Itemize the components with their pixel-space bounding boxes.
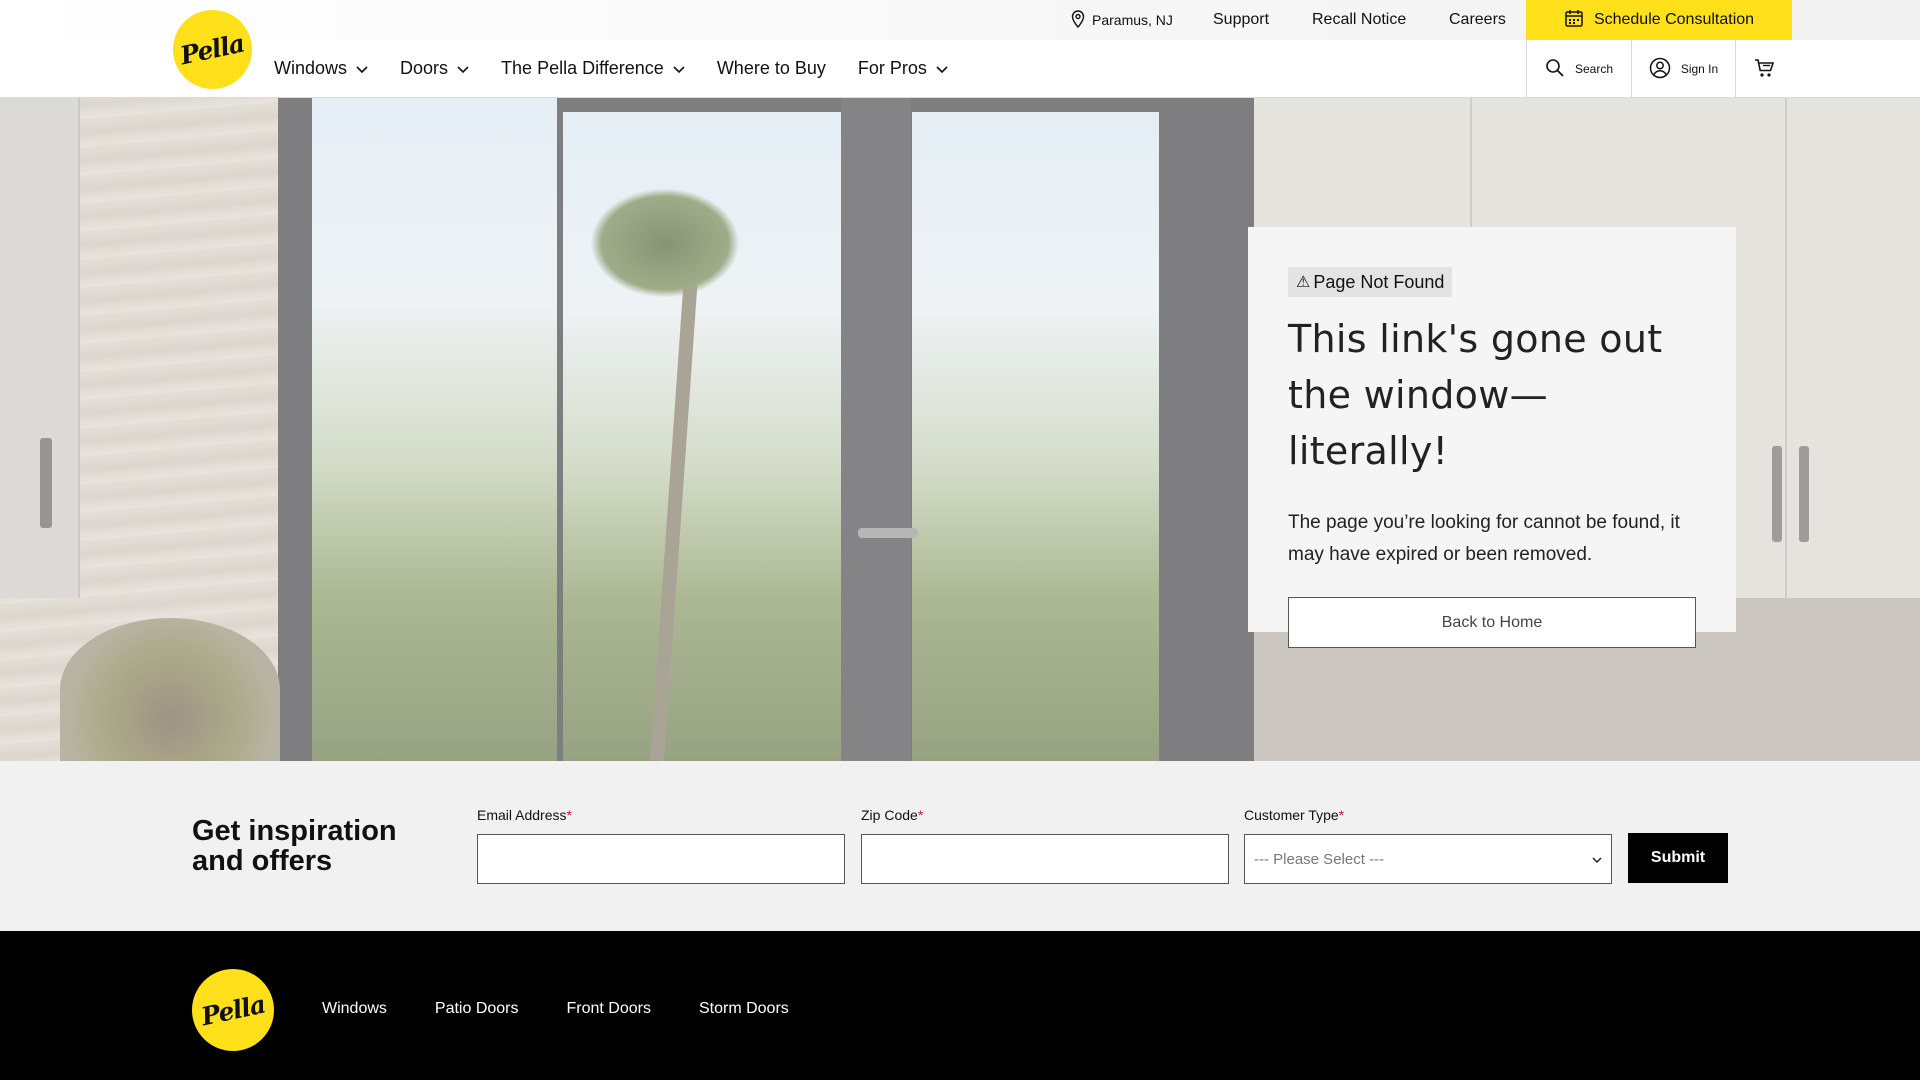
back-to-home-button[interactable]: Back to Home <box>1288 597 1696 648</box>
customer-type-label: Customer Type* <box>1244 807 1345 823</box>
nav-pella-difference[interactable]: The Pella Difference <box>501 58 685 79</box>
chevron-down-icon <box>356 58 368 79</box>
email-field[interactable] <box>477 834 845 884</box>
footer-link-front-doors[interactable]: Front Doors <box>567 1000 651 1018</box>
schedule-consultation-button[interactable]: Schedule Consultation <box>1526 0 1792 40</box>
nav-for-pros[interactable]: For Pros <box>858 58 948 79</box>
nav-doors[interactable]: Doors <box>400 58 469 79</box>
zip-label: Zip Code* <box>861 807 924 823</box>
search-icon <box>1545 58 1575 81</box>
email-label: Email Address* <box>477 807 572 823</box>
chevron-down-icon <box>936 58 948 79</box>
status-badge: ⚠ Page Not Found <box>1288 267 1453 297</box>
warning-icon: ⚠ <box>1296 274 1311 291</box>
nav-where-to-buy-label: Where to Buy <box>716 58 826 78</box>
customer-type-select[interactable]: --- Please Select --- <box>1244 834 1612 884</box>
cart-button[interactable] <box>1735 40 1792 98</box>
location-pin-icon <box>1070 9 1092 31</box>
nav-windows-label: Windows <box>274 58 348 78</box>
sign-in-label: Sign In <box>1680 62 1719 76</box>
error-message: The page you’re looking for cannot be fo… <box>1288 512 1680 565</box>
customer-type-field-group: Customer Type* --- Please Select --- <box>1244 807 1612 884</box>
footer-link-storm-doors[interactable]: Storm Doors <box>699 1000 789 1018</box>
zip-code-field[interactable] <box>861 834 1229 884</box>
footer-pella-logo[interactable]: Pella <box>192 969 274 1051</box>
recall-notice-link[interactable]: Recall Notice <box>1312 0 1406 40</box>
nav-for-pros-label: For Pros <box>857 58 927 78</box>
site-footer: Pella Windows Patio Doors Front Doors St… <box>0 931 1920 1080</box>
location-link[interactable]: Paramus, NJ <box>1070 0 1173 40</box>
footer-logo-text: Pella <box>198 989 268 1031</box>
careers-link[interactable]: Careers <box>1449 0 1506 40</box>
chevron-down-icon <box>457 58 469 79</box>
nav-pella-difference-label: The Pella Difference <box>501 58 664 78</box>
zip-field-group: Zip Code* <box>861 807 1229 884</box>
page-title: This link's gone out the window—literall… <box>1288 317 1663 473</box>
site-header: Pella Paramus, NJ Support Recall Notice … <box>0 0 1920 98</box>
main-nav: Windows Doors The Pella Difference Where… <box>274 40 980 97</box>
newsletter-signup: Get inspiration and offers Email Address… <box>0 761 1920 931</box>
chevron-down-icon <box>673 58 685 79</box>
customer-type-placeholder: --- Please Select --- <box>1254 850 1385 868</box>
required-marker: * <box>1338 807 1345 823</box>
chevron-down-icon <box>1592 851 1602 868</box>
nav-doors-label: Doors <box>400 58 449 78</box>
location-text: Paramus, NJ <box>1092 12 1173 28</box>
pella-logo[interactable]: Pella <box>173 10 252 89</box>
error-card: ⚠ Page Not Found This link's gone out th… <box>1248 227 1736 648</box>
footer-nav: Windows Patio Doors Front Doors Storm Do… <box>322 989 837 1029</box>
required-marker: * <box>566 807 572 823</box>
signup-title: Get inspiration and offers <box>192 816 422 876</box>
nav-where-to-buy[interactable]: Where to Buy <box>717 58 826 79</box>
footer-link-windows[interactable]: Windows <box>322 1000 387 1018</box>
signup-title-text: Get inspiration and offers <box>192 815 397 877</box>
sign-in-button[interactable]: Sign In <box>1631 40 1735 98</box>
user-icon <box>1649 57 1681 82</box>
footer-link-patio-doors[interactable]: Patio Doors <box>435 1000 519 1018</box>
calendar-icon <box>1564 8 1594 33</box>
required-marker: * <box>917 807 924 823</box>
submit-button[interactable]: Submit <box>1628 833 1728 883</box>
support-link[interactable]: Support <box>1213 0 1269 40</box>
status-badge-label: Page Not Found <box>1313 271 1445 292</box>
email-field-group: Email Address* <box>477 807 845 884</box>
search-button[interactable]: Search <box>1526 40 1631 98</box>
search-label: Search <box>1574 62 1614 76</box>
logo-text: Pella <box>178 28 247 71</box>
cart-icon <box>1753 57 1775 82</box>
schedule-label: Schedule Consultation <box>1593 11 1755 28</box>
nav-windows[interactable]: Windows <box>274 58 368 79</box>
